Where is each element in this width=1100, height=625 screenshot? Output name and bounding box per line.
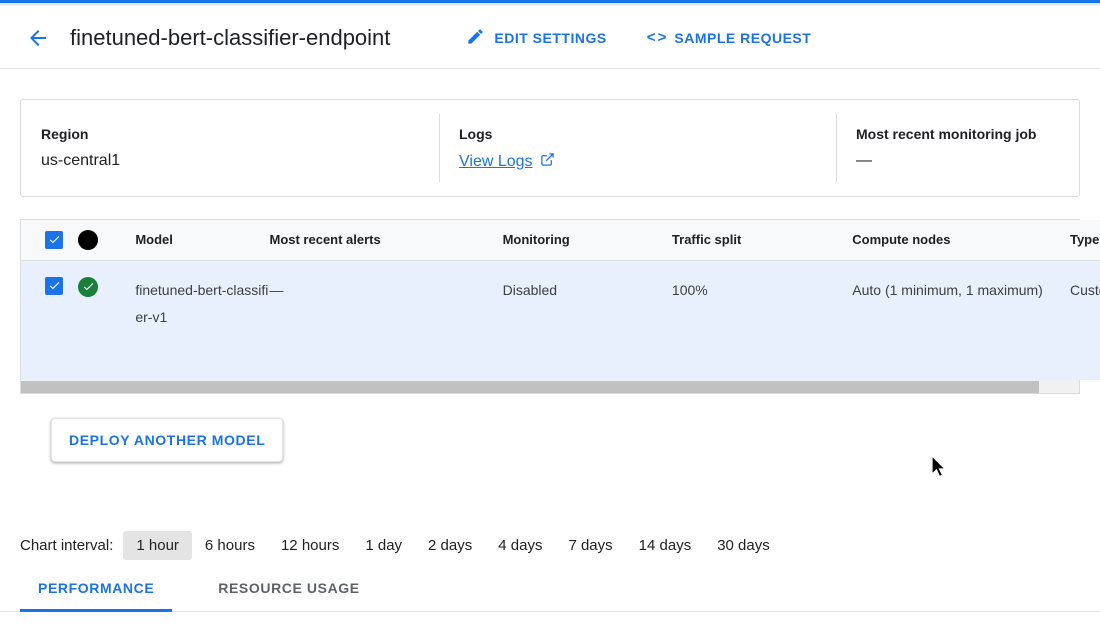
header-status-cell: [78, 220, 136, 261]
edit-settings-button[interactable]: EDIT SETTINGS: [466, 27, 606, 49]
table-header-row: Model Most recent alerts Monitoring Traf…: [21, 220, 1100, 261]
arrow-left-icon: [26, 26, 50, 50]
sample-request-label: SAMPLE REQUEST: [674, 29, 812, 46]
page-title: finetuned-bert-classifier-endpoint: [70, 24, 391, 50]
page-header: finetuned-bert-classifier-endpoint EDIT …: [0, 7, 1100, 69]
cell-type: Custom trained: [1069, 260, 1100, 380]
monitoring-job-label: Most recent monitoring job: [856, 126, 1037, 142]
check-circle-icon: [78, 276, 99, 297]
deploy-button-container: DEPLOY ANOTHER MODEL: [0, 394, 1100, 462]
logs-label: Logs: [459, 126, 493, 142]
info-cell-logs: Logs View Logs: [439, 100, 836, 196]
chart-tabs: PERFORMANCE RESOURCE USAGE: [0, 566, 1100, 612]
header-monitoring[interactable]: Monitoring: [502, 220, 672, 261]
cell-most-recent-alerts: —: [269, 260, 503, 380]
info-cell-region: Region us-central1: [21, 100, 439, 196]
table-horizontal-scrollbar[interactable]: [20, 380, 1080, 394]
monitoring-job-value: —: [856, 152, 872, 169]
info-cell-monitoring-job: Most recent monitoring job —: [836, 100, 1100, 196]
header-compute-nodes[interactable]: Compute nodes: [852, 220, 1070, 261]
interval-option-12-hours[interactable]: 12 hours: [268, 531, 352, 560]
select-all-checkbox[interactable]: [45, 230, 63, 249]
models-table-container: Model Most recent alerts Monitoring Traf…: [20, 219, 1100, 380]
scrollbar-thumb[interactable]: [21, 381, 1039, 393]
external-link-icon: [540, 152, 555, 172]
table-row[interactable]: finetuned-bert-classifier-v1 — Disabled …: [21, 260, 1100, 380]
interval-option-14-days[interactable]: 14 days: [626, 531, 705, 560]
tab-performance[interactable]: PERFORMANCE: [20, 566, 173, 612]
code-brackets-icon: < >: [646, 29, 667, 46]
interval-option-4-days[interactable]: 4 days: [485, 531, 555, 560]
header-most-recent-alerts[interactable]: Most recent alerts: [269, 220, 503, 261]
interval-option-1-day[interactable]: 1 day: [352, 531, 415, 560]
interval-option-30-days[interactable]: 30 days: [704, 531, 783, 560]
endpoint-info-card: Region us-central1 Logs View Logs Most r…: [20, 99, 1080, 197]
deploy-another-model-button[interactable]: DEPLOY ANOTHER MODEL: [51, 418, 284, 462]
models-table: Model Most recent alerts Monitoring Traf…: [21, 220, 1100, 380]
edit-settings-label: EDIT SETTINGS: [494, 29, 607, 46]
filled-circle-icon: [78, 229, 99, 250]
header-actions: EDIT SETTINGS < > SAMPLE REQUEST: [466, 27, 811, 49]
cell-traffic-split: 100%: [671, 260, 853, 380]
tab-resource-usage[interactable]: RESOURCE USAGE: [200, 566, 377, 611]
region-label: Region: [41, 126, 89, 142]
back-button[interactable]: [18, 18, 58, 58]
view-logs-link[interactable]: View Logs: [459, 152, 555, 172]
header-traffic-split[interactable]: Traffic split: [671, 220, 853, 261]
interval-option-1-hour[interactable]: 1 hour: [123, 531, 192, 560]
row-status-cell: [78, 260, 136, 380]
view-logs-label: View Logs: [459, 153, 533, 170]
pencil-icon: [466, 27, 485, 49]
cell-model: finetuned-bert-classifier-v1: [135, 260, 270, 380]
header-model[interactable]: Model: [135, 220, 270, 261]
header-select-all-cell: [21, 220, 79, 261]
cell-monitoring: Disabled: [502, 260, 672, 380]
sample-request-button[interactable]: < > SAMPLE REQUEST: [647, 29, 812, 46]
interval-option-6-hours[interactable]: 6 hours: [192, 531, 268, 560]
row-checkbox[interactable]: [45, 276, 63, 295]
row-select-cell: [21, 260, 79, 380]
header-type[interactable]: Type: [1069, 220, 1100, 261]
chart-interval-label: Chart interval:: [20, 537, 114, 554]
model-name-text: finetuned-bert-classifier-v1: [135, 281, 269, 325]
interval-option-2-days[interactable]: 2 days: [415, 531, 485, 560]
region-value: us-central1: [41, 152, 121, 169]
chart-interval-row: Chart interval: 1 hour 6 hours 12 hours …: [20, 531, 783, 560]
interval-option-7-days[interactable]: 7 days: [555, 531, 625, 560]
cell-compute-nodes: Auto (1 minimum, 1 maximum): [852, 260, 1070, 380]
